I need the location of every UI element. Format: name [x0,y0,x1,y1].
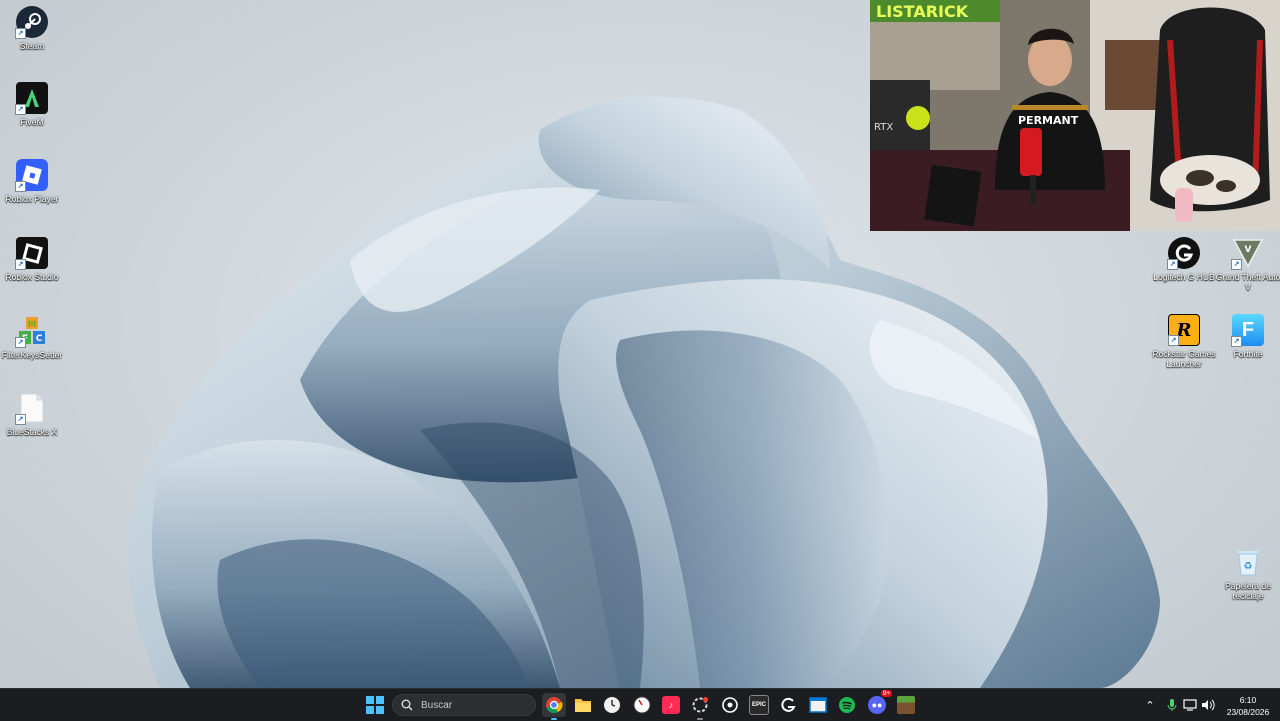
desktop-icon-fivem[interactable]: ↗ FiveM [0,82,64,127]
taskbar-steelseries[interactable] [688,693,712,720]
clock-app-icon [604,697,620,713]
gta-v-icon: V ↗ [1231,237,1264,270]
taskbar-file-explorer[interactable] [571,693,595,717]
roblox-player-icon: ↗ [15,159,48,192]
tiktok-icon: ♪ [662,696,680,714]
shortcut-arrow-icon: ↗ [15,259,26,270]
taskbar-epic-games[interactable]: EPIC [747,693,771,717]
taskbar-speedometer-app[interactable] [630,693,654,717]
discord-icon: ●● [868,696,886,714]
chrome-icon [546,697,563,714]
desktop-icon-label: FilterKeysSetter [1,350,63,360]
shortcut-arrow-icon: ↗ [1231,336,1242,347]
window-app-icon [809,697,827,713]
clock-time: 6:10 [1239,695,1257,705]
discord-notification-badge: 9+ [880,690,892,697]
desktop-icon-label: Papelera de reciclaje [1225,581,1271,601]
shortcut-arrow-icon: ↗ [15,414,26,425]
spotify-icon [839,697,855,713]
desktop-icon-rockstar[interactable]: R ↗ Rockstar Games Launcher [1152,314,1216,369]
taskbar-chrome[interactable] [542,693,566,720]
fivem-icon: ↗ [15,82,48,115]
svg-text:M: M [28,320,37,330]
tray-microphone[interactable] [1162,693,1182,717]
desktop-icon-label: FiveM [20,117,44,127]
taskbar-clock-app[interactable] [600,693,624,717]
roblox-studio-icon: ↗ [15,237,48,270]
desktop-icon-label: Roblox Studio [5,272,59,282]
network-icon [1183,699,1197,711]
search-icon [401,699,413,711]
rockstar-icon: R ↗ [1168,314,1200,346]
microphone-icon [1167,699,1177,711]
filterkeyssetter-icon: M F C ↗ [15,315,48,348]
webcam-shirt-text: PERMANT [1018,114,1079,127]
steam-icon: ↗ [15,6,48,39]
taskbar-steam[interactable] [718,693,742,717]
speedometer-icon [633,696,651,714]
shortcut-arrow-icon: ↗ [1167,259,1178,270]
svg-text:V: V [1245,245,1252,255]
desktop-icon-logitech-ghub[interactable]: ↗ Logitech G HUB [1152,237,1216,282]
taskbar-logitech[interactable] [776,693,800,717]
shortcut-arrow-icon: ↗ [15,104,26,115]
desktop-icon-label: BlueStacks X [6,427,58,437]
tray-overflow-button[interactable]: ⌃ [1140,693,1160,717]
desktop-icon-gta-v[interactable]: V ↗ Grand Theft Auto V [1216,237,1280,292]
shortcut-arrow-icon: ↗ [1168,335,1179,346]
desktop-icon-fortnite[interactable]: F ↗ Fortnite [1216,314,1280,359]
taskbar-spotify[interactable] [835,693,859,717]
desktop-icon-roblox-studio[interactable]: ↗ Roblox Studio [0,237,64,282]
logitech-ghub-icon: ↗ [1167,237,1200,270]
taskbar-search-box[interactable]: Buscar [392,694,536,716]
chevron-up-icon: ⌃ [1145,699,1155,712]
volume-icon [1202,699,1215,711]
taskbar-window-app[interactable] [806,693,830,717]
desktop-icon-label: Grand Theft Auto V [1215,272,1280,292]
tray-clock[interactable]: 6:10 23/08/2026 [1222,693,1274,717]
clock-date: 23/08/2026 [1226,707,1270,717]
minecraft-icon [897,696,915,714]
desktop-icon-label: Roblox Player [5,194,59,204]
desktop-icon-filterkeyssetter[interactable]: M F C ↗ FilterKeysSetter [0,315,64,360]
tray-network[interactable] [1180,693,1200,717]
svg-text:♻: ♻ [1244,561,1253,572]
desktop-icon-recycle-bin[interactable]: ♻ Papelera de reciclaje [1216,546,1280,601]
steam-taskbar-icon [722,697,738,713]
desktop-icon-label: Logitech G HUB [1153,272,1215,282]
search-placeholder: Buscar [421,699,453,711]
shortcut-arrow-icon: ↗ [15,181,26,192]
desktop-icon-label: Rockstar Games Launcher [1152,349,1216,369]
desktop-icon-roblox-player[interactable]: ↗ Roblox Player [0,159,64,204]
shortcut-arrow-icon: ↗ [1231,259,1242,270]
shortcut-arrow-icon: ↗ [15,337,26,348]
bluestacks-icon: ↗ [15,392,48,425]
webcam-monitor-text: RTX [874,122,893,133]
shortcut-arrow-icon: ↗ [15,28,26,39]
fortnite-icon: F ↗ [1231,314,1264,347]
desktop-icon-steam[interactable]: ↗ Steam [0,6,64,51]
recycle-bin-icon: ♻ [1232,546,1264,578]
svg-text:C: C [36,334,43,344]
start-button[interactable] [363,693,387,717]
epic-games-icon: EPIC [749,695,769,715]
steelseries-icon [692,697,708,713]
webcam-sign-text: LISTARICK [876,2,969,21]
taskbar-tiktok[interactable]: ♪ [659,693,683,717]
windows-start-icon [366,696,384,714]
file-explorer-icon [575,699,591,712]
taskbar-discord[interactable]: ●● 9+ [865,690,892,717]
desktop-icon-bluestacks[interactable]: ↗ BlueStacks X [0,392,64,437]
taskbar: Buscar ♪ EPIC ●● 9+ ⌃ 6:10 23/08/2026 [0,688,1280,721]
desktop-icon-label: Fortnite [1233,349,1263,359]
logitech-taskbar-icon [781,697,796,712]
taskbar-minecraft[interactable] [894,693,918,717]
tray-volume[interactable] [1198,693,1218,717]
webcam-feed: LISTARICK RTX PERMANT [870,0,1280,231]
webcam-overlay: LISTARICK RTX PERMANT [870,0,1280,231]
desktop-icon-label: Steam [19,41,45,51]
